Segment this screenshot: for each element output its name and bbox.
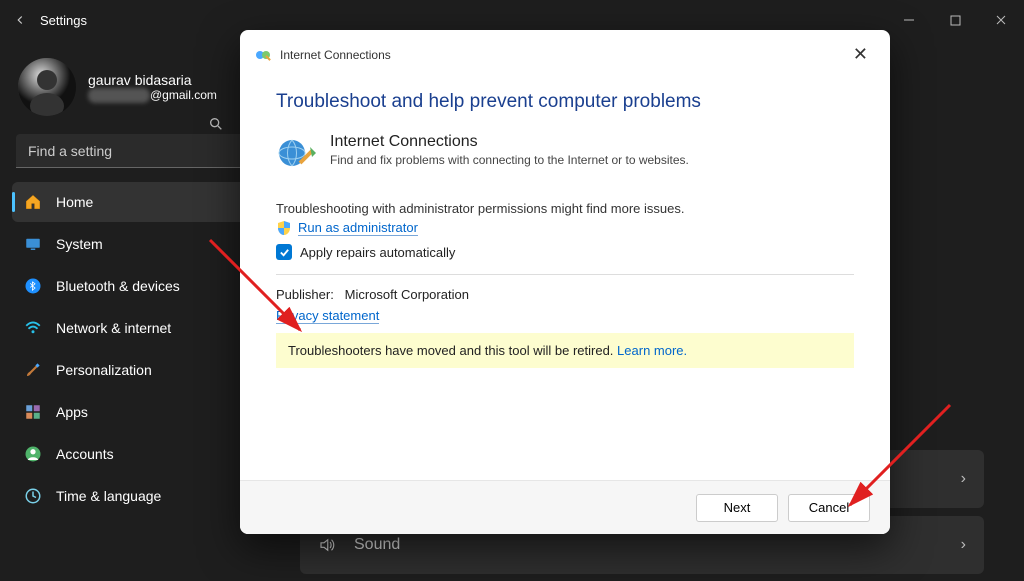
apps-icon xyxy=(24,403,42,421)
row-label: Sound xyxy=(354,536,400,554)
minimize-button[interactable] xyxy=(886,0,932,40)
privacy-link[interactable]: Privacy statement xyxy=(276,308,379,324)
maximize-button[interactable] xyxy=(932,0,978,40)
sidebar-item-home[interactable]: Home xyxy=(12,182,248,222)
learn-more-link[interactable]: Learn more. xyxy=(617,343,687,358)
sidebar-item-time[interactable]: Time & language xyxy=(12,476,248,516)
volume-icon xyxy=(318,536,336,554)
troubleshooter-dialog: Internet Connections ✕ Troubleshoot and … xyxy=(240,30,890,534)
clock-globe-icon xyxy=(24,487,42,505)
home-icon xyxy=(24,193,42,211)
next-button[interactable]: Next xyxy=(696,494,778,522)
dialog-header: Internet Connections ✕ xyxy=(240,30,890,75)
checkbox-checked[interactable] xyxy=(276,244,292,260)
dialog-close-button[interactable]: ✕ xyxy=(845,40,876,69)
apply-repairs-row[interactable]: Apply repairs automatically xyxy=(276,244,854,260)
dialog-breadcrumb: Internet Connections xyxy=(280,48,391,62)
profile-name: gaurav bidasaria xyxy=(88,72,217,88)
cancel-button[interactable]: Cancel xyxy=(788,494,870,522)
run-as-admin-link[interactable]: Run as administrator xyxy=(298,220,418,236)
system-icon xyxy=(24,235,42,253)
person-icon xyxy=(24,445,42,463)
sidebar-item-apps[interactable]: Apps xyxy=(12,392,248,432)
dialog-footer: Next Cancel xyxy=(240,480,890,534)
item-title: Internet Connections xyxy=(330,133,689,151)
brush-icon xyxy=(24,361,42,379)
sidebar-item-accounts[interactable]: Accounts xyxy=(12,434,248,474)
wifi-icon xyxy=(24,319,42,337)
sidebar-item-label: Bluetooth & devices xyxy=(56,278,180,294)
dialog-body: Troubleshoot and help prevent computer p… xyxy=(240,75,890,480)
email-redacted xyxy=(88,88,150,103)
sidebar: gaurav bidasaria @gmail.com Home System … xyxy=(0,40,260,581)
sidebar-item-label: Time & language xyxy=(56,488,161,504)
search-icon xyxy=(208,116,224,137)
troubleshoot-icon xyxy=(254,46,272,64)
sidebar-item-system[interactable]: System xyxy=(12,224,248,264)
internet-connections-icon xyxy=(276,133,316,173)
profile-block[interactable]: gaurav bidasaria @gmail.com xyxy=(18,58,242,116)
item-desc: Find and fix problems with connecting to… xyxy=(330,153,689,167)
bluetooth-icon xyxy=(24,277,42,295)
sidebar-item-label: Network & internet xyxy=(56,320,171,336)
sidebar-item-label: Personalization xyxy=(56,362,152,378)
shield-icon xyxy=(276,220,292,236)
back-button[interactable] xyxy=(0,13,40,27)
apply-repairs-label: Apply repairs automatically xyxy=(300,245,455,260)
publisher-row: Publisher: Microsoft Corporation xyxy=(276,287,854,302)
sidebar-item-bluetooth[interactable]: Bluetooth & devices xyxy=(12,266,248,306)
sidebar-item-label: Apps xyxy=(56,404,88,420)
divider xyxy=(276,274,854,275)
sidebar-item-label: System xyxy=(56,236,103,252)
sidebar-item-network[interactable]: Network & internet xyxy=(12,308,248,348)
chevron-right-icon: › xyxy=(961,536,966,554)
search-input[interactable] xyxy=(16,134,244,168)
deprecation-banner: Troubleshooters have moved and this tool… xyxy=(276,333,854,368)
app-title: Settings xyxy=(40,13,87,28)
avatar xyxy=(18,58,76,116)
close-button[interactable] xyxy=(978,0,1024,40)
profile-email: @gmail.com xyxy=(88,88,217,102)
nav-list: Home System Bluetooth & devices Network … xyxy=(12,182,248,516)
sidebar-item-label: Accounts xyxy=(56,446,114,462)
admin-note: Troubleshooting with administrator permi… xyxy=(276,201,854,216)
chevron-right-icon: › xyxy=(961,470,966,488)
sidebar-item-label: Home xyxy=(56,194,93,210)
search-wrap xyxy=(16,134,244,168)
sidebar-item-personalization[interactable]: Personalization xyxy=(12,350,248,390)
troubleshooter-item[interactable]: Internet Connections Find and fix proble… xyxy=(276,133,854,173)
dialog-heading: Troubleshoot and help prevent computer p… xyxy=(276,91,854,113)
